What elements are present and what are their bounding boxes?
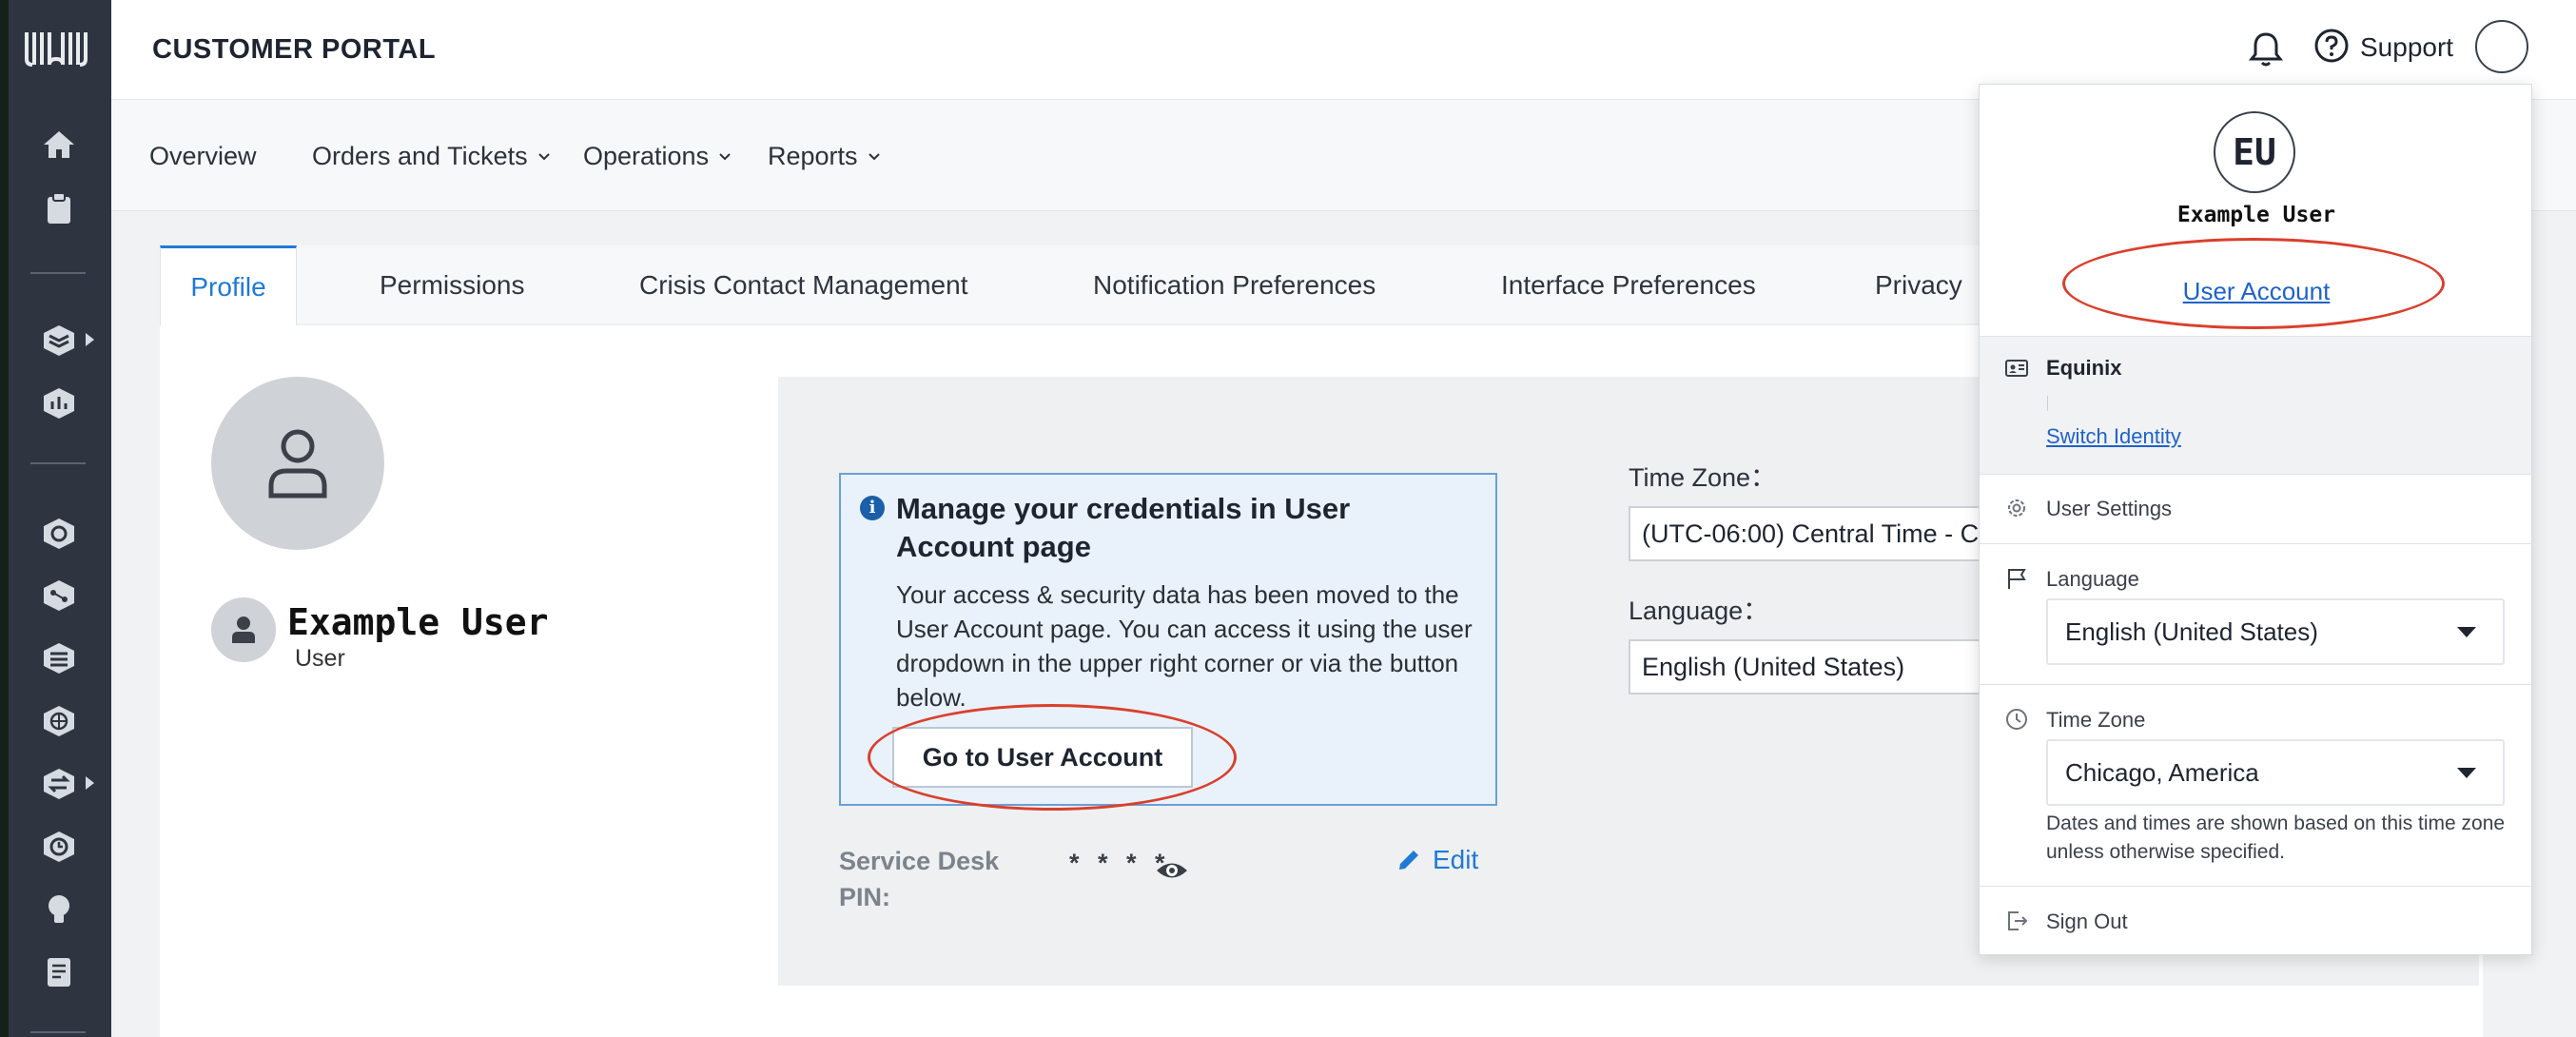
language-select[interactable]: English (United States) <box>2046 598 2505 665</box>
rail-divider <box>30 272 86 274</box>
language-field[interactable]: English (United States) <box>1629 639 2009 695</box>
nav-reports[interactable]: Reports <box>768 142 881 171</box>
edit-pin-button[interactable]: Edit <box>1396 845 1478 875</box>
notice-body: Your access & security data has been mov… <box>896 580 1473 712</box>
gear-icon <box>2008 499 2025 517</box>
chevron-down-icon <box>537 152 550 160</box>
notice-title: Manage your credentials in User Account … <box>896 492 1351 563</box>
language-select-value: English (United States) <box>2065 616 2318 646</box>
highlight-ellipse <box>2062 238 2445 329</box>
chevron-down-icon <box>719 152 731 160</box>
eye-icon[interactable] <box>1155 856 1189 885</box>
tab-profile[interactable]: Profile <box>160 245 297 325</box>
user-avatar-button[interactable] <box>2475 20 2528 73</box>
chevron-down-icon <box>868 152 880 160</box>
analytics-icon[interactable] <box>38 382 80 424</box>
highlight-ellipse <box>868 704 1237 811</box>
dropdown-user-name: Example User <box>2176 203 2336 227</box>
menu-divider <box>1980 543 2531 544</box>
bell-icon[interactable] <box>2245 29 2287 70</box>
user-role: User <box>295 645 345 672</box>
expand-caret-icon[interactable] <box>86 776 94 790</box>
nav-label: Operations <box>583 142 710 170</box>
menu-divider <box>1980 886 2531 887</box>
nav-label: Orders and Tickets <box>312 142 528 170</box>
identity-section: Equinix Switch Identity <box>1980 336 2531 475</box>
connections-icon[interactable] <box>38 575 80 616</box>
user-dropdown-menu: EU Example User User Account Equinix Swi… <box>1979 84 2532 955</box>
clock-icon[interactable] <box>38 826 80 868</box>
identity-divider <box>2047 396 2048 411</box>
document-icon[interactable] <box>38 951 80 993</box>
brand-logo-icon[interactable] <box>23 27 89 68</box>
person-icon <box>268 429 327 499</box>
globe-icon[interactable] <box>38 700 80 742</box>
timezone-note: Dates and times are shown based on this … <box>2046 812 2506 863</box>
help-icon[interactable] <box>2313 28 2350 64</box>
tab-notification-preferences[interactable]: Notification Preferences <box>1093 245 1376 325</box>
clock-icon <box>2006 709 2027 730</box>
tab-privacy[interactable]: Privacy <box>1875 245 1962 325</box>
identity-name: Equinix <box>2046 356 2122 380</box>
caret-down-icon <box>2457 627 2476 637</box>
sign-out-link[interactable]: Sign Out <box>2046 910 2128 934</box>
expand-caret-icon[interactable] <box>86 333 94 346</box>
menu-divider <box>1980 684 2531 685</box>
edit-label: Edit <box>1433 845 1479 874</box>
sign-out-icon <box>2008 911 2028 930</box>
stack-icon[interactable] <box>38 637 80 679</box>
clipboard-icon[interactable] <box>38 186 80 228</box>
tab-permissions[interactable]: Permissions <box>380 245 524 325</box>
flag-icon <box>2008 569 2026 589</box>
avatar <box>211 597 276 662</box>
nav-orders-and-tickets[interactable]: Orders and Tickets <box>312 142 551 171</box>
exchange-icon[interactable] <box>38 763 80 805</box>
rail-edge <box>0 0 9 1037</box>
user-settings-link[interactable]: User Settings <box>2046 497 2172 521</box>
nav-overview[interactable]: Overview <box>149 142 257 171</box>
nav-label: Reports <box>768 142 858 170</box>
tab-interface-preferences[interactable]: Interface Preferences <box>1501 245 1756 325</box>
support-link[interactable]: Support <box>2360 32 2453 63</box>
timezone-select[interactable]: Chicago, America <box>2046 739 2505 806</box>
lightbulb-icon[interactable] <box>38 889 80 930</box>
caret-down-icon <box>2457 768 2476 778</box>
network-icon[interactable] <box>38 513 80 555</box>
language-label: Language： <box>1629 597 1769 625</box>
service-desk-pin-label: Service Desk PIN: <box>839 847 1000 911</box>
timezone-field[interactable]: (UTC-06:00) Central Time - Chicago <box>1629 506 2009 561</box>
home-icon[interactable] <box>38 124 80 166</box>
dropdown-language-label: Language <box>2046 567 2139 591</box>
rail-divider <box>30 1031 86 1033</box>
person-icon <box>232 616 255 643</box>
user-name: Example User <box>287 601 549 643</box>
info-icon: i <box>860 496 885 520</box>
left-rail <box>0 0 111 1037</box>
dropdown-timezone-label: Time Zone <box>2046 708 2146 732</box>
layers-icon[interactable] <box>38 320 80 362</box>
nav-label: Overview <box>149 142 257 170</box>
id-card-icon <box>2005 360 2028 377</box>
timezone-label: Time Zone： <box>1629 463 1777 492</box>
switch-identity-link[interactable]: Switch Identity <box>2046 424 2181 449</box>
nav-operations[interactable]: Operations <box>583 142 732 171</box>
dropdown-avatar: EU <box>2214 111 2295 193</box>
rail-divider <box>30 462 86 464</box>
tab-crisis-contact-management[interactable]: Crisis Contact Management <box>639 245 967 325</box>
profile-picture[interactable] <box>211 377 384 550</box>
timezone-select-value: Chicago, America <box>2065 757 2259 787</box>
pencil-icon <box>1399 851 1418 870</box>
app-title: CUSTOMER PORTAL <box>152 34 437 65</box>
